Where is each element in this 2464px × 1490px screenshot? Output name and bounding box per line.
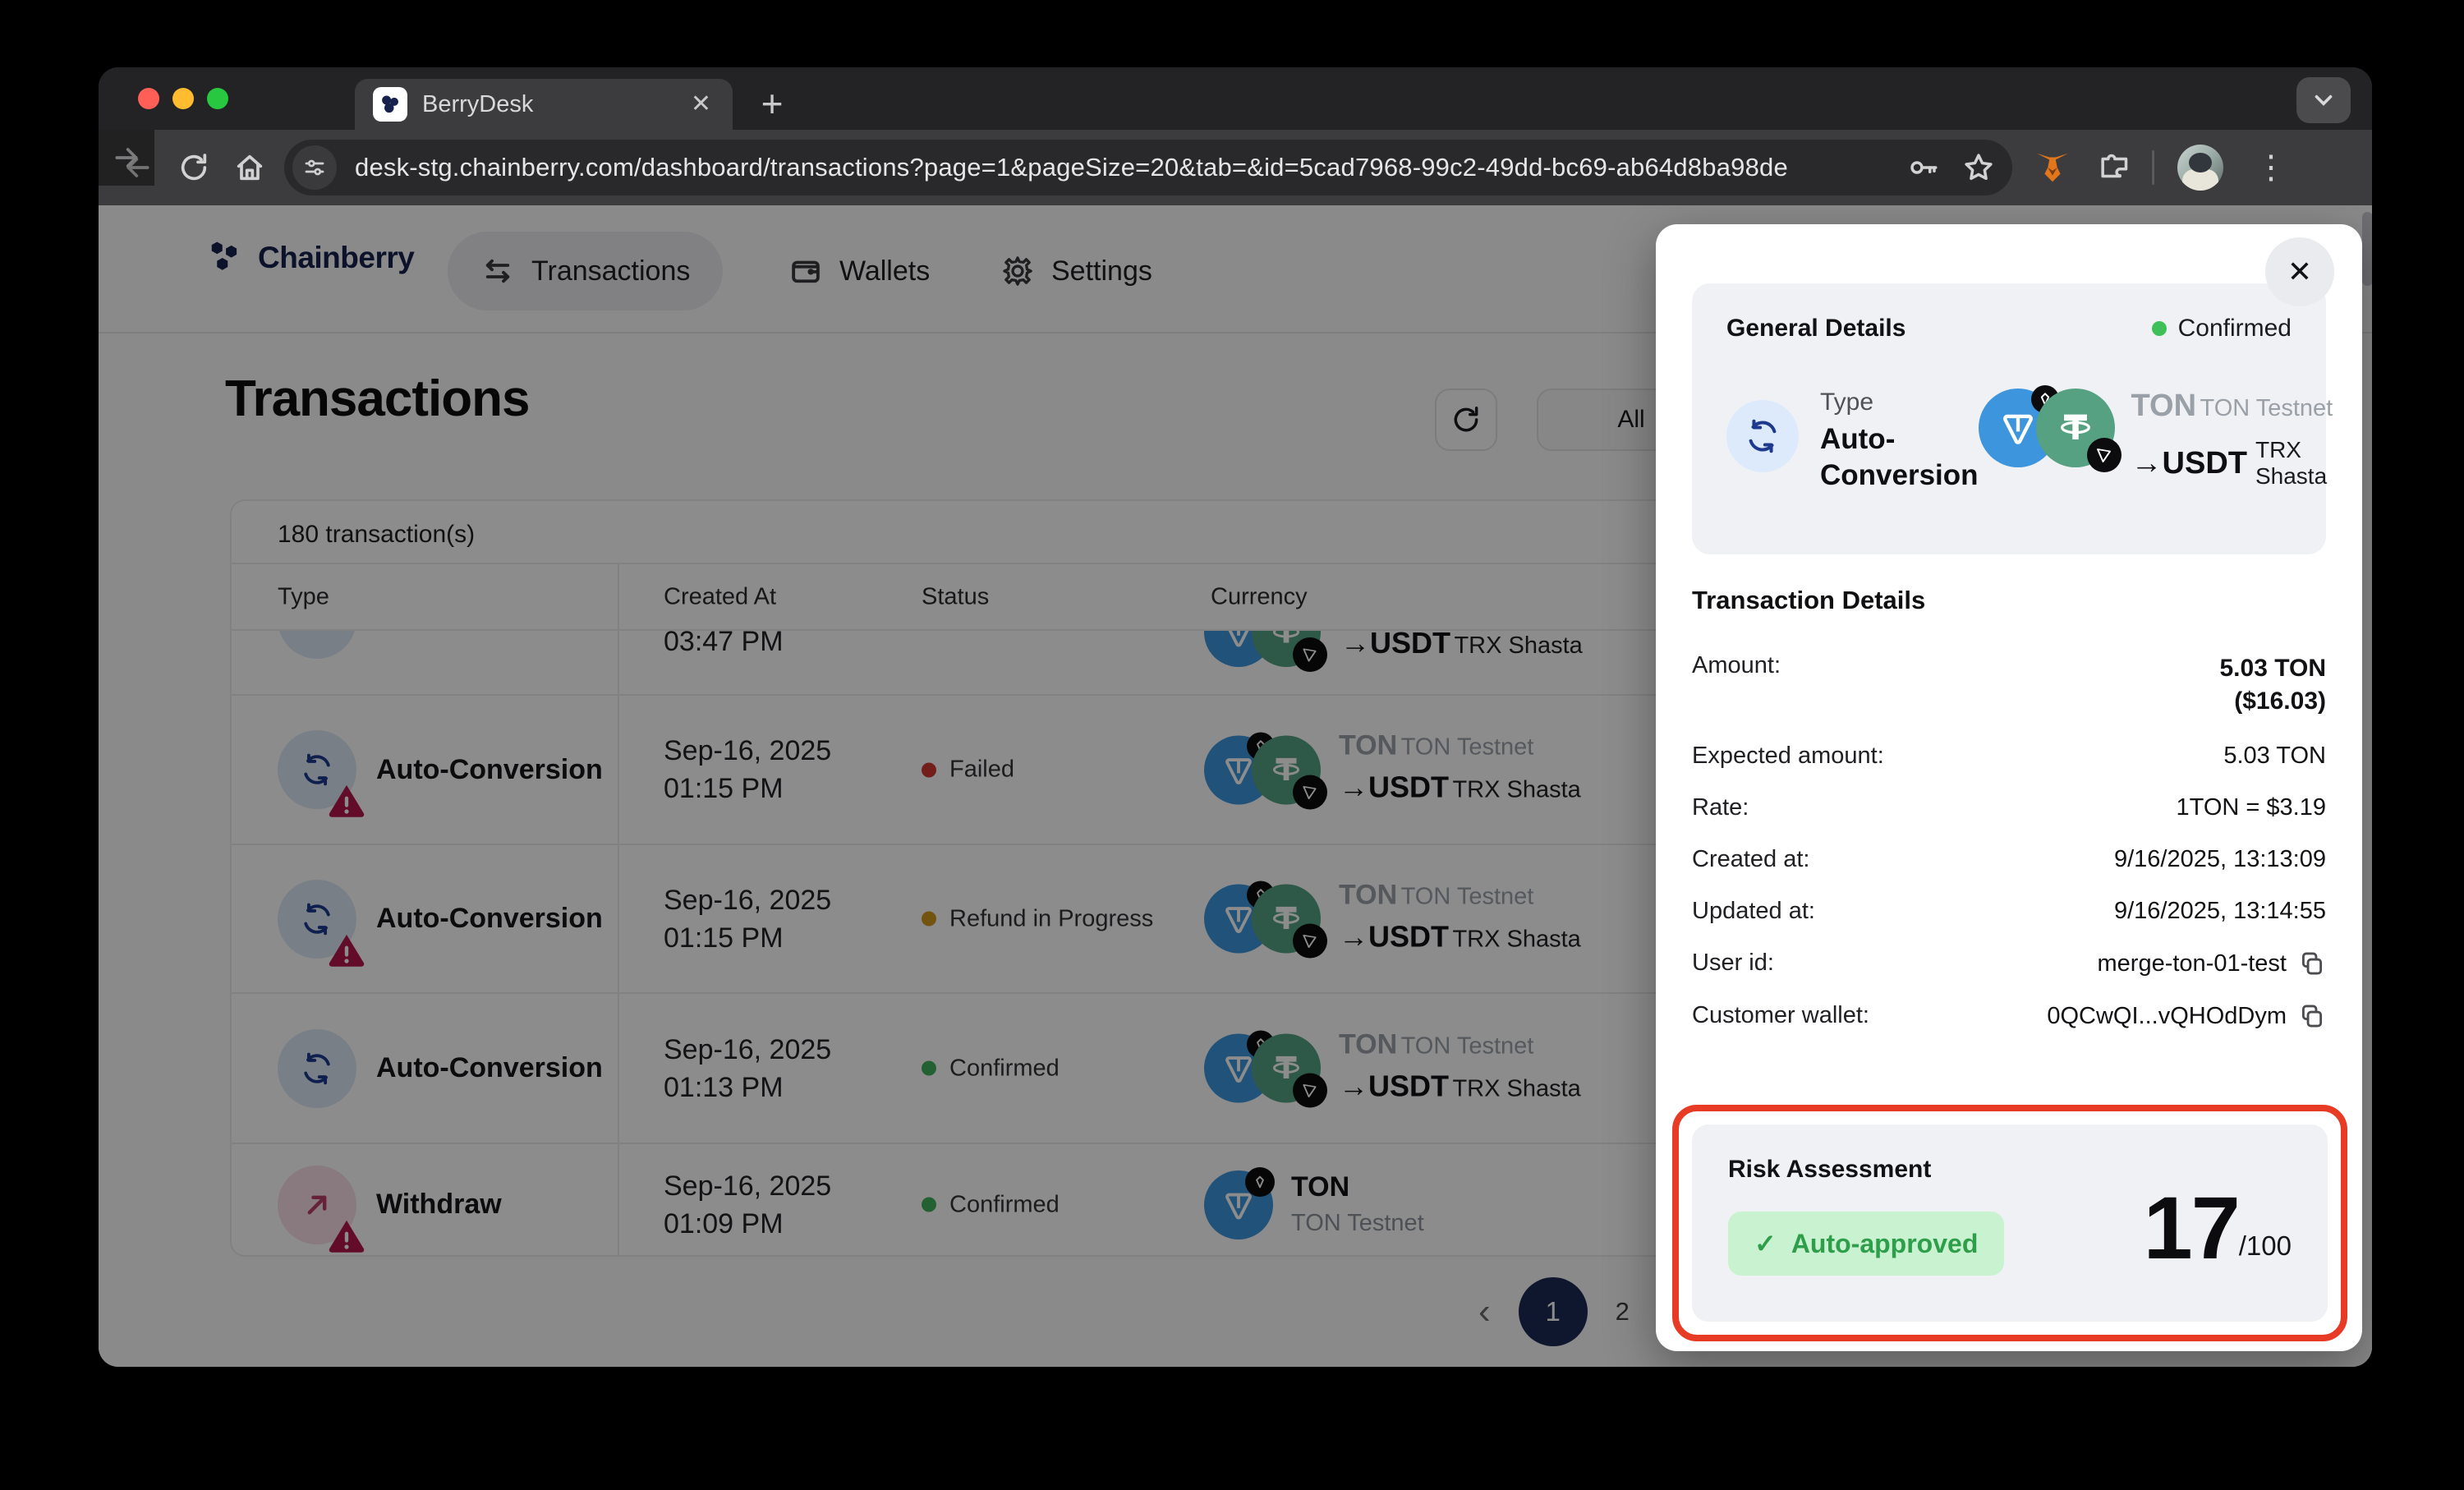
detail-row: Expected amount: 5.03 TON: [1692, 730, 2326, 782]
browser-toolbar: desk-stg.chainberry.com/dashboard/transa…: [99, 130, 2372, 205]
close-panel-button[interactable]: ✕: [2265, 237, 2334, 306]
detail-value: 5.03 TON: [2223, 743, 2326, 770]
to-currency: →USDT: [2131, 446, 2247, 481]
copy-icon[interactable]: [2298, 950, 2326, 977]
from-currency: TON: [2131, 389, 2197, 423]
detail-row: Updated at: 9/16/2025, 13:14:55: [1692, 885, 2326, 937]
tab-close-icon[interactable]: ✕: [687, 89, 715, 120]
detail-label: Updated at:: [1692, 898, 1815, 925]
detail-row: Rate: 1TON = $3.19: [1692, 782, 2326, 834]
detail-row: Created at: 9/16/2025, 13:13:09: [1692, 834, 2326, 885]
type-label: Type: [1820, 389, 1979, 416]
metamask-extension-icon[interactable]: [2034, 149, 2071, 186]
site-settings-icon[interactable]: [292, 145, 337, 190]
traffic-light-zoom[interactable]: [207, 88, 228, 109]
detail-row: Customer wallet: 0QCwQI...vQHOdDym: [1692, 990, 2326, 1042]
browser-tab[interactable]: BerryDesk ✕: [355, 79, 733, 130]
toolbar-separator: [2152, 150, 2154, 185]
risk-score-denominator: /100: [2239, 1230, 2292, 1262]
usdt-coin-icon: [2036, 389, 2115, 467]
reload-button[interactable]: [166, 140, 222, 195]
tab-search-chevron-icon[interactable]: [2296, 77, 2351, 123]
type-value: Auto-Conversion: [1820, 421, 1979, 494]
transaction-details-rows: Amount: 5.03 TON($16.03) Expected amount: 5…: [1692, 640, 2326, 1042]
scrollbar-thumb[interactable]: [2362, 212, 2372, 286]
browser-menu-icon[interactable]: ⋮: [2246, 149, 2296, 186]
detail-value: 5.03 TON($16.03): [2219, 652, 2326, 718]
detail-row: User id: merge-ton-01-test: [1692, 937, 2326, 990]
traffic-light-close[interactable]: [138, 88, 159, 109]
risk-assessment-card: Risk Assessment ✓ Auto-approved 17 /100: [1692, 1124, 2328, 1322]
status-label: Confirmed: [2178, 315, 2292, 343]
from-network: TON Testnet: [2200, 395, 2333, 421]
home-button[interactable]: [222, 140, 278, 195]
tab-strip: BerryDesk ✕ +: [99, 67, 2372, 130]
copy-icon[interactable]: [2298, 1002, 2326, 1030]
new-tab-button[interactable]: +: [747, 79, 797, 128]
traffic-light-minimize[interactable]: [172, 88, 194, 109]
url-text[interactable]: desk-stg.chainberry.com/dashboard/transa…: [355, 153, 1788, 182]
detail-row: Amount: 5.03 TON($16.03): [1692, 640, 2326, 730]
address-bar[interactable]: desk-stg.chainberry.com/dashboard/transa…: [284, 140, 2012, 195]
browser-window: BerryDesk ✕ + desk-stg.chainberry.com/da…: [99, 67, 2372, 1367]
risk-score-value: 17: [2144, 1176, 2239, 1279]
status-badge: Confirmed: [2152, 315, 2292, 343]
auto-approved-label: Auto-approved: [1791, 1229, 1979, 1259]
extensions-puzzle-icon[interactable]: [2094, 150, 2129, 185]
auto-conversion-icon: [1726, 400, 1799, 472]
detail-label: Amount:: [1692, 652, 1781, 679]
detail-value: 9/16/2025, 13:14:55: [2114, 898, 2326, 925]
risk-assessment-title: Risk Assessment: [1728, 1156, 2004, 1184]
bookmark-star-icon[interactable]: [1961, 150, 1996, 185]
tron-network-badge-icon: [2087, 438, 2122, 472]
password-key-icon[interactable]: [1905, 150, 1940, 185]
auto-approved-badge: ✓ Auto-approved: [1728, 1212, 2004, 1276]
risk-score: 17 /100: [2144, 1164, 2292, 1290]
status-dot-icon: [2152, 321, 2167, 336]
page-viewport: Chainberry Transactions Wallets Settings: [99, 205, 2372, 1367]
berrydesk-favicon-icon: [373, 87, 407, 122]
tab-title: BerryDesk: [422, 91, 687, 118]
detail-value: 0QCwQI...vQHOdDym: [2047, 1002, 2326, 1030]
risk-assessment-highlight-ring: Risk Assessment ✓ Auto-approved 17 /100: [1672, 1105, 2347, 1341]
general-details-title: General Details: [1726, 315, 1905, 343]
transaction-detail-panel: ✕ General Details Confirmed Type Auto-: [1656, 224, 2362, 1351]
detail-label: Rate:: [1692, 794, 1749, 821]
profile-avatar[interactable]: [2177, 145, 2223, 191]
detail-label: Customer wallet:: [1692, 1002, 1869, 1029]
check-icon: ✓: [1754, 1228, 1777, 1259]
to-network: TRX Shasta: [2255, 437, 2327, 490]
transaction-details-title: Transaction Details: [1692, 586, 1925, 615]
detail-value: merge-ton-01-test: [2098, 950, 2327, 977]
general-details-card: General Details Confirmed Type Auto-Conv…: [1692, 283, 2326, 554]
forward-button[interactable]: [99, 130, 154, 186]
detail-value: 9/16/2025, 13:13:09: [2114, 846, 2326, 873]
detail-label: Created at:: [1692, 846, 1809, 873]
detail-label: Expected amount:: [1692, 743, 1884, 770]
detail-value: 1TON = $3.19: [2177, 794, 2326, 821]
detail-label: User id:: [1692, 950, 1774, 977]
